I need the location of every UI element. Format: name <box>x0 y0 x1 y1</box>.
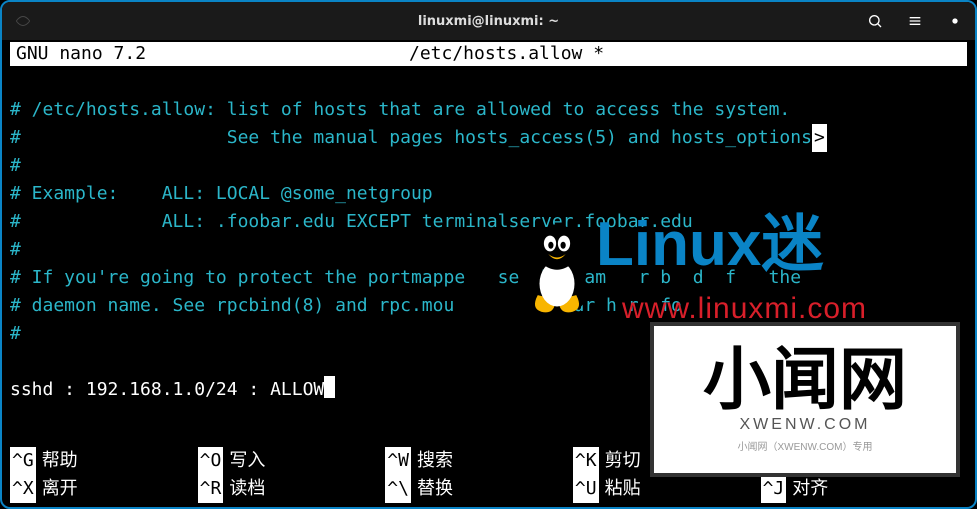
comment-line: # If you're going to protect the portmap… <box>10 267 801 288</box>
search-icon[interactable] <box>867 13 883 29</box>
nano-app-name: GNU nano 7.2 <box>10 42 146 66</box>
cursor <box>324 376 335 398</box>
app-icon <box>14 12 32 30</box>
shortcut-cut[interactable]: ^K剪切 <box>573 447 761 475</box>
shortcut-justify[interactable]: ^J对齐 <box>761 475 967 503</box>
shortcut-exit[interactable]: ^X离开 <box>10 475 198 503</box>
comment-line: # <box>10 323 21 344</box>
nano-shortcuts: ^G帮助 ^O写入 ^W搜索 ^K剪切 ^T执行命令 ^X离开 ^R读档 ^\替… <box>10 447 967 503</box>
comment-line: # <box>10 239 21 260</box>
titlebar: linuxmi@linuxmi: ~ <box>2 2 975 40</box>
file-content[interactable]: # /etc/hosts.allow: list of hosts that a… <box>2 68 975 432</box>
comment-line: # <box>10 155 21 176</box>
nano-header: GNU nano 7.2 /etc/hosts.allow * <box>10 42 967 66</box>
config-rule: sshd : 192.168.1.0/24 : ALLOW <box>10 379 324 400</box>
menu-icon[interactable] <box>907 13 923 29</box>
shortcut-writeout[interactable]: ^O写入 <box>198 447 386 475</box>
titlebar-controls <box>867 13 963 29</box>
comment-line: # /etc/hosts.allow: list of hosts that a… <box>10 99 790 120</box>
shortcut-search[interactable]: ^W搜索 <box>385 447 573 475</box>
comment-line: # daemon name. See rpcbind(8) and rpc.mo… <box>10 295 682 316</box>
window-title: linuxmi@linuxmi: ~ <box>418 14 559 29</box>
editor-area[interactable]: GNU nano 7.2 /etc/hosts.allow * # /etc/h… <box>2 42 975 432</box>
shortcut-read[interactable]: ^R读档 <box>198 475 386 503</box>
shortcut-execute[interactable]: ^T执行命令 <box>761 447 967 475</box>
comment-line: # ALL: .foobar.edu EXCEPT terminalserver… <box>10 211 693 232</box>
shortcut-help[interactable]: ^G帮助 <box>10 447 198 475</box>
shortcut-paste[interactable]: ^U粘贴 <box>573 475 761 503</box>
shortcut-row: ^X离开 ^R读档 ^\替换 ^U粘贴 ^J对齐 <box>10 475 967 503</box>
minimize-icon[interactable] <box>947 13 963 29</box>
comment-line: # Example: ALL: LOCAL @some_netgroup <box>10 183 433 204</box>
terminal-window: linuxmi@linuxmi: ~ GNU nano 7.2 /etc/hos… <box>0 0 977 509</box>
overflow-indicator: > <box>812 124 827 152</box>
shortcut-replace[interactable]: ^\替换 <box>385 475 573 503</box>
shortcut-row: ^G帮助 ^O写入 ^W搜索 ^K剪切 ^T执行命令 <box>10 447 967 475</box>
nano-file-name: /etc/hosts.allow * <box>146 42 967 66</box>
comment-line: # See the manual pages hosts_access(5) a… <box>10 127 812 148</box>
